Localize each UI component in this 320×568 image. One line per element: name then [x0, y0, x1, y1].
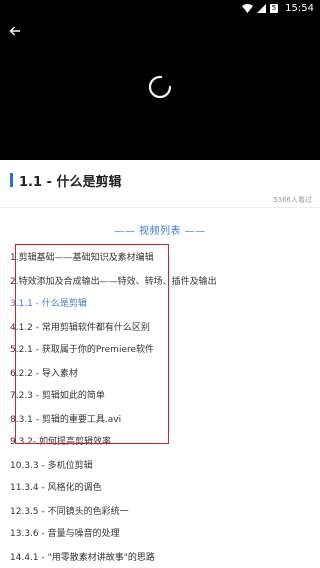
- video-list-header: —— 视频列表 ——: [114, 226, 206, 237]
- back-arrow-icon: [9, 22, 21, 41]
- title-accent-bar: [10, 173, 13, 187]
- episode-item[interactable]: 11.3.4 - 风格化的调色: [10, 480, 102, 493]
- divider: [0, 207, 320, 208]
- status-bar: 5 15:54: [0, 0, 320, 16]
- battery-icon: 5: [269, 3, 279, 13]
- spinner-icon: [147, 74, 173, 100]
- highlight-box: [15, 244, 169, 444]
- lesson-title: 1.1 - 什么是剪辑: [19, 174, 122, 190]
- view-count: 5366人看过: [273, 196, 312, 204]
- signal-icon: [256, 3, 266, 13]
- video-player[interactable]: [0, 16, 320, 160]
- episode-item[interactable]: 14.4.1 - "用零散素材讲故事"的思路: [10, 550, 155, 563]
- back-button[interactable]: [6, 22, 24, 40]
- lesson-title-row: 1.1 - 什么是剪辑: [0, 170, 320, 190]
- episode-item[interactable]: 12.3.5 - 不同镜头的色彩统一: [10, 504, 129, 517]
- status-time: 15:54: [285, 2, 314, 14]
- episode-item[interactable]: 10.3.3 - 多机位剪辑: [10, 458, 93, 471]
- episode-item[interactable]: 13.3.6 - 音量与噪音的处理: [10, 526, 120, 539]
- wifi-icon: [241, 3, 253, 13]
